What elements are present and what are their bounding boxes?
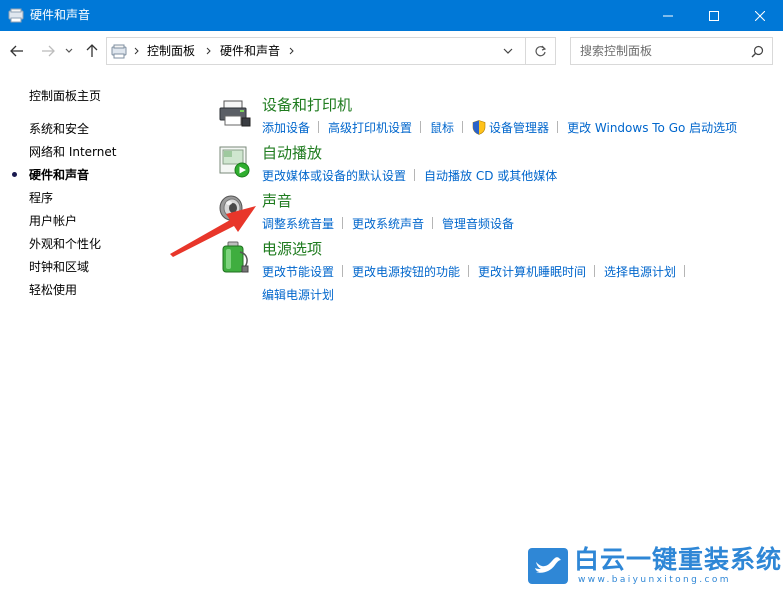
category-links: 更改媒体或设备的默认设置 自动播放 CD 或其他媒体 bbox=[262, 165, 772, 188]
minimize-icon bbox=[663, 15, 673, 16]
chevron-down-icon bbox=[65, 48, 73, 53]
link-divider bbox=[594, 265, 596, 277]
link-choose-power-plan[interactable]: 选择电源计划 bbox=[604, 265, 676, 279]
arrow-right-icon bbox=[42, 45, 55, 57]
title-bar: 硬件和声音 bbox=[0, 0, 783, 31]
chevron-down-icon[interactable] bbox=[502, 46, 514, 56]
link-windows-to-go[interactable]: 更改 Windows To Go 启动选项 bbox=[567, 121, 737, 135]
link-adjust-system-volume[interactable]: 调整系统音量 bbox=[262, 217, 334, 231]
link-divider bbox=[342, 265, 344, 277]
link-divider bbox=[432, 217, 434, 229]
link-divider bbox=[684, 265, 686, 277]
printer-icon bbox=[219, 100, 251, 127]
up-button[interactable] bbox=[82, 41, 102, 61]
category-devices-printers: 设备和打印机 添加设备 高级打印机设置 鼠标 设备管理器 更改 Windows To G… bbox=[218, 96, 778, 136]
address-bar[interactable]: 控制面板 硬件和声音 bbox=[106, 37, 526, 65]
category-autoplay: 自动播放 更改媒体或设备的默认设置 自动播放 CD 或其他媒体 bbox=[218, 144, 778, 184]
bird-logo-icon bbox=[528, 548, 568, 584]
autoplay-icon bbox=[219, 146, 250, 178]
link-add-device[interactable]: 添加设备 bbox=[262, 121, 310, 135]
sidebar-item-programs[interactable]: 程序 bbox=[29, 191, 53, 206]
category-power-options: 电源选项 更改节能设置 更改电源按钮的功能 更改计算机睡眠时间 选择电源计划编辑电源计… bbox=[218, 240, 778, 302]
control-panel-icon bbox=[111, 44, 127, 59]
category-links: 更改节能设置 更改电源按钮的功能 更改计算机睡眠时间 选择电源计划编辑电源计划 bbox=[262, 261, 772, 307]
watermark-title: 白云一键重装系统 bbox=[574, 545, 783, 574]
link-divider bbox=[420, 121, 422, 133]
breadcrumb-separator-icon[interactable] bbox=[286, 45, 296, 57]
close-icon bbox=[755, 10, 765, 21]
uac-shield-icon bbox=[472, 120, 486, 135]
category-links: 调整系统音量 更改系统声音 管理音频设备 bbox=[262, 213, 772, 236]
watermark-url: www.baiyunxitong.com bbox=[578, 575, 731, 585]
category-title-power-options[interactable]: 电源选项 bbox=[262, 240, 322, 258]
link-change-sleep-time[interactable]: 更改计算机睡眠时间 bbox=[478, 265, 586, 279]
breadcrumb-separator-icon[interactable] bbox=[203, 45, 213, 57]
back-button[interactable] bbox=[7, 41, 27, 61]
link-manage-audio-devices[interactable]: 管理音频设备 bbox=[442, 217, 514, 231]
link-change-power-buttons[interactable]: 更改电源按钮的功能 bbox=[352, 265, 460, 279]
search-placeholder: 搜索控制面板 bbox=[580, 44, 653, 58]
link-advanced-printer-setup[interactable]: 高级打印机设置 bbox=[328, 121, 412, 135]
sidebar-item-clock-region[interactable]: 时钟和区域 bbox=[29, 260, 89, 275]
link-change-default-media-settings[interactable]: 更改媒体或设备的默认设置 bbox=[262, 169, 406, 183]
category-sound: 声音 调整系统音量 更改系统声音 管理音频设备 bbox=[218, 192, 778, 232]
maximize-icon bbox=[709, 10, 719, 21]
breadcrumb-control-panel[interactable]: 控制面板 bbox=[147, 44, 195, 59]
navigation-bar: 控制面板 硬件和声音 搜索控制面板 bbox=[0, 31, 783, 71]
sidebar-item-user-accounts[interactable]: 用户帐户 bbox=[29, 214, 77, 229]
search-icon[interactable] bbox=[751, 45, 764, 58]
link-divider bbox=[318, 121, 320, 133]
close-button[interactable] bbox=[737, 0, 783, 31]
link-change-power-saving[interactable]: 更改节能设置 bbox=[262, 265, 334, 279]
category-title-autoplay[interactable]: 自动播放 bbox=[262, 144, 322, 162]
recent-locations-button[interactable] bbox=[62, 41, 76, 61]
link-device-manager[interactable]: 设备管理器 bbox=[489, 121, 549, 135]
refresh-button[interactable] bbox=[526, 37, 556, 65]
refresh-icon bbox=[535, 45, 547, 56]
arrow-up-icon bbox=[86, 44, 98, 57]
forward-button[interactable] bbox=[38, 41, 58, 61]
sidebar-item-ease-of-access[interactable]: 轻松使用 bbox=[29, 283, 77, 298]
link-divider bbox=[342, 217, 344, 229]
sidebar-item-appearance[interactable]: 外观和个性化 bbox=[29, 237, 101, 252]
link-divider bbox=[414, 169, 416, 181]
maximize-button[interactable] bbox=[691, 0, 737, 31]
watermark: 白云一键重装系统 www.baiyunxitong.com bbox=[528, 546, 781, 586]
link-edit-power-plan[interactable]: 编辑电源计划 bbox=[262, 288, 334, 302]
category-title-devices-printers[interactable]: 设备和打印机 bbox=[262, 96, 352, 114]
link-divider bbox=[462, 121, 464, 133]
link-divider bbox=[557, 121, 559, 133]
breadcrumb-separator-icon[interactable] bbox=[131, 45, 141, 57]
arrow-left-icon bbox=[10, 45, 23, 57]
active-bullet-icon bbox=[12, 172, 17, 177]
sidebar-item-control-panel-home[interactable]: 控制面板主页 bbox=[29, 89, 101, 104]
sidebar-item-system-security[interactable]: 系统和安全 bbox=[29, 122, 89, 137]
link-autoplay-cd[interactable]: 自动播放 CD 或其他媒体 bbox=[424, 169, 557, 183]
category-links: 添加设备 高级打印机设置 鼠标 设备管理器 更改 Windows To Go 启动选项 bbox=[262, 117, 772, 140]
breadcrumb-hardware-sound[interactable]: 硬件和声音 bbox=[220, 44, 280, 59]
category-title-sound[interactable]: 声音 bbox=[262, 192, 292, 210]
window-title: 硬件和声音 bbox=[30, 8, 91, 22]
control-panel-icon bbox=[8, 8, 24, 23]
sidebar-item-hardware-sound[interactable]: 硬件和声音 bbox=[29, 168, 89, 183]
red-arrow-annotation bbox=[170, 206, 256, 257]
minimize-button[interactable] bbox=[645, 0, 691, 31]
sidebar-item-network-internet[interactable]: 网络和 Internet bbox=[29, 145, 116, 160]
link-divider bbox=[468, 265, 470, 277]
link-mouse[interactable]: 鼠标 bbox=[430, 121, 454, 135]
link-change-system-sounds[interactable]: 更改系统声音 bbox=[352, 217, 424, 231]
search-input[interactable]: 搜索控制面板 bbox=[570, 37, 773, 65]
